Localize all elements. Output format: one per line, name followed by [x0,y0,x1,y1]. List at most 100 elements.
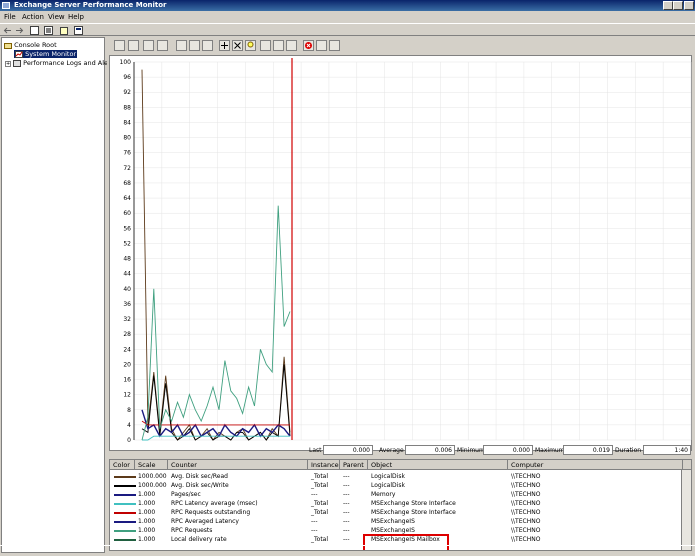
close-button[interactable] [684,1,694,10]
instance-cell: _Total [311,500,329,507]
col-scale[interactable]: Scale [135,460,168,470]
chart-icon [15,50,23,58]
last-label: Last [309,447,322,454]
parent-cell: --- [343,518,350,525]
help-icon[interactable] [74,26,83,35]
view-histogram-icon[interactable] [189,40,200,51]
col-counter[interactable]: Counter [168,460,308,470]
window-title: Exchange Server Performance Monitor [14,1,167,9]
view-report-icon[interactable] [202,40,213,51]
menu-view[interactable]: View [48,13,65,21]
computer-cell: \\TECHNO [511,491,541,498]
y-tick-label: 36 [123,301,131,308]
counter-cell: Avg. Disk sec/Write [171,482,229,489]
legend-row[interactable]: 1000.000 Avg. Disk sec/Read _Total --- Logic… [110,472,680,481]
view-graph-icon[interactable] [176,40,187,51]
scale-cell: 1000.000 [138,473,167,480]
duration-value: 1:40 [643,445,691,455]
monitor-help-icon[interactable] [329,40,340,51]
instance-cell: --- [311,518,318,525]
freeze-display-icon[interactable] [303,40,314,51]
y-tick-label: 20 [123,361,131,368]
y-tick-label: 68 [123,180,131,187]
color-swatch [114,530,136,532]
series-line [141,205,291,441]
col-object[interactable]: Object [368,460,508,470]
menu-help[interactable]: Help [68,13,84,21]
highlight-icon[interactable] [245,40,256,51]
parent-cell: --- [343,491,350,498]
view-current-activity-icon[interactable] [143,40,154,51]
legend-row[interactable]: 1000.000 Avg. Disk sec/Write _Total --- Logi… [110,481,680,490]
clear-display-icon[interactable] [128,40,139,51]
parent-cell: --- [343,500,350,507]
legend-row[interactable]: 1.000 RPC Averaged Latency --- --- MSExchang… [110,517,680,526]
counter-cell: Avg. Disk sec/Read [171,473,228,480]
counter-cell: RPC Latency average (msec) [171,500,258,507]
computer-cell: \\TECHNO [511,536,541,543]
col-color[interactable]: Color [110,460,135,470]
tree-item-system-monitor[interactable]: System Monitor [14,50,78,58]
show-hide-tree-icon[interactable] [44,26,53,35]
export-icon[interactable] [60,26,69,35]
col-computer[interactable]: Computer [508,460,683,470]
system-monitor-pane: 100 96 92 88 84 80 76 72 68 64 60 56 52 48 44 40 36 32 28 2… [107,37,694,553]
y-tick-label: 44 [123,271,131,278]
properties-icon[interactable] [286,40,297,51]
value-bar: Last 0.000 Average 0.006 Minimum 0.000 M… [109,444,692,457]
counter-cell: Pages/sec [171,491,201,498]
maximize-button[interactable] [673,1,683,10]
view-log-data-icon[interactable] [157,40,168,51]
object-cell: MSExchange Store Interface [371,500,456,507]
legend-header: Color Scale Counter Instance Parent Obje… [110,460,691,470]
parent-cell: --- [343,473,350,480]
col-parent[interactable]: Parent [340,460,368,470]
expand-icon[interactable]: + [5,61,11,67]
instance-cell: _Total [311,482,329,489]
y-tick-label: 4 [127,422,131,429]
parent-cell: --- [343,482,350,489]
legend-row[interactable]: 1.000 RPC Latency average (msec) _Total ---… [110,499,680,508]
logs-icon [13,59,22,67]
standard-toolbar [0,23,695,36]
maximum-label: Maximum [535,447,565,454]
performance-graph[interactable]: 100 96 92 88 84 80 76 72 68 64 60 56 52 48 44 40 36 32 28 2… [109,55,692,451]
scale-cell: 1.000 [138,536,156,543]
minimum-label: Minimum [457,447,485,454]
instance-cell: --- [311,527,318,534]
y-tick-label: 72 [123,165,131,172]
col-instance[interactable]: Instance [308,460,340,470]
y-tick-label: 76 [123,150,131,157]
instance-cell: _Total [311,509,329,516]
y-tick-label: 32 [123,316,131,323]
new-counter-set-icon[interactable] [114,40,125,51]
up-level-icon[interactable] [30,26,39,35]
delete-counter-icon[interactable] [232,40,243,51]
counter-cell: RPC Requests [171,527,213,534]
y-tick-label: 24 [123,346,131,353]
menu-file[interactable]: File [4,13,16,21]
legend-row[interactable]: 1.000 Pages/sec --- --- Memory \\TECHNO [110,490,680,499]
y-tick-label: 100 [120,59,132,66]
update-data-icon[interactable] [316,40,327,51]
menu-action[interactable]: Action [22,13,44,21]
back-arrow-icon[interactable] [3,26,12,35]
series-line [141,69,291,441]
forward-arrow-icon[interactable] [15,26,24,35]
counter-cell: Local delivery rate [171,536,227,543]
duration-label: Duration [615,447,642,454]
counter-cell: RPC Averaged Latency [171,518,239,525]
add-counter-icon[interactable] [219,40,230,51]
paste-counter-list-icon[interactable] [273,40,284,51]
object-cell: LogicalDisk [371,482,405,489]
legend-row[interactable]: 1.000 RPC Requests outstanding _Total --- MS… [110,508,680,517]
object-cell: Memory [371,491,396,498]
tree-console-root[interactable]: Console Root [4,41,57,49]
parent-cell: --- [343,536,350,543]
minimize-button[interactable] [663,1,673,10]
object-cell: LogicalDisk [371,473,405,480]
copy-properties-icon[interactable] [260,40,271,51]
tree-item-performance-logs[interactable]: + Performance Logs and Alerts [5,59,117,67]
parent-cell: --- [343,509,350,516]
legend-scrollbar[interactable] [681,470,691,550]
